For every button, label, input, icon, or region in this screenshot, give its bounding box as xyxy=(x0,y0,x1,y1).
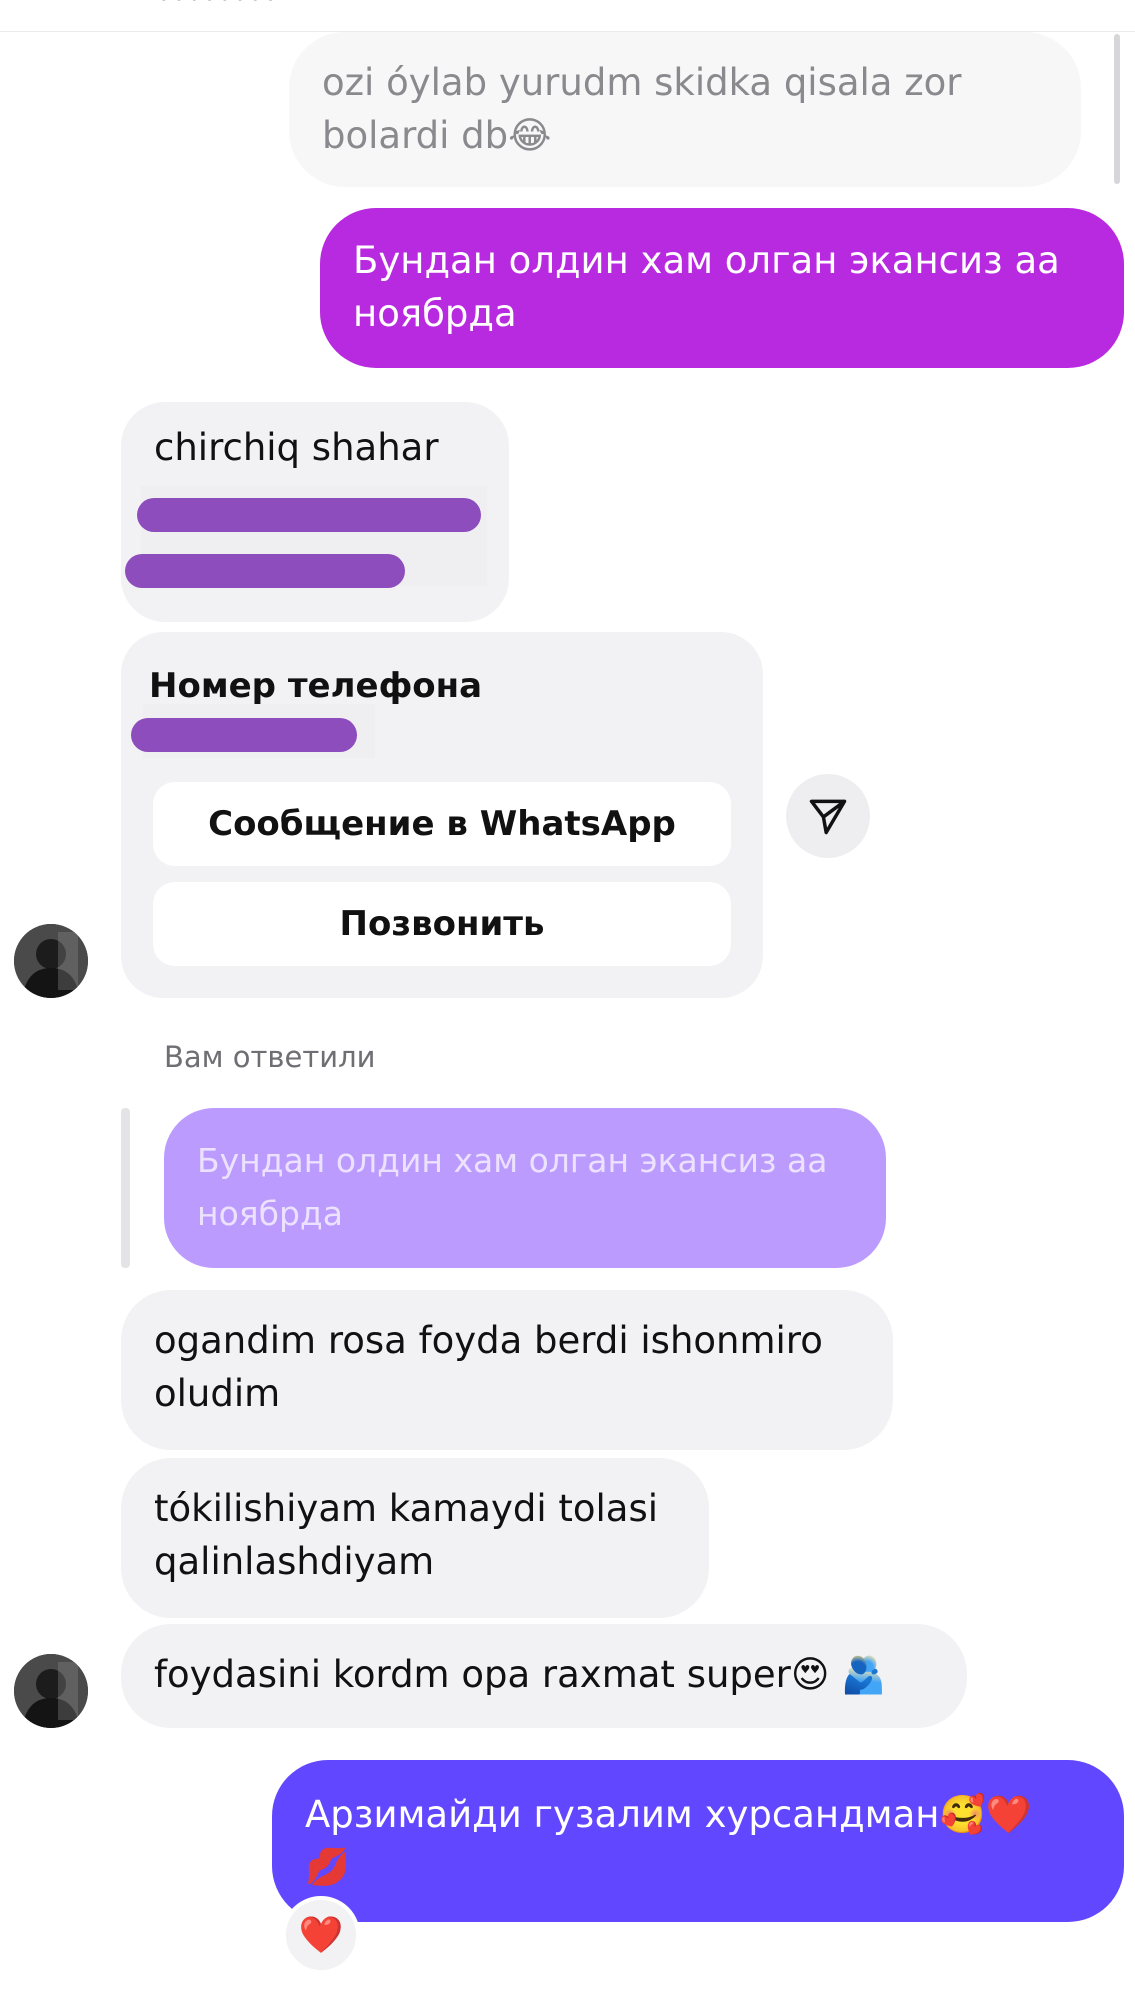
reply-indicator-bar xyxy=(121,1108,130,1268)
whatsapp-button-label: Сообщение в WhatsApp xyxy=(208,804,676,844)
call-button[interactable]: Позвонить xyxy=(153,882,731,966)
message-outgoing[interactable]: Бундан олдин хам олган экансиз аа нoябрд… xyxy=(320,208,1124,368)
message-outgoing[interactable]: Арзимайди гузалим хурсандман🥰❤️ 💋 xyxy=(272,1760,1124,1922)
whatsapp-message-button[interactable]: Сообщение в WhatsApp xyxy=(153,782,731,866)
message-text: tókilishiyam kamaydi tolasi qalinlashdiy… xyxy=(154,1487,659,1583)
message-incoming[interactable]: tókilishiyam kamaydi tolasi qalinlashdiy… xyxy=(121,1458,709,1618)
message-incoming-address[interactable]: chirchiq shahar xyxy=(121,402,509,622)
kiss-mark-emoji: 💋 xyxy=(305,1847,350,1888)
share-button[interactable] xyxy=(786,774,870,858)
redaction-bar xyxy=(137,498,481,532)
message-outgoing-faded[interactable]: ozi óylab yurudm skidka qisala zor bolar… xyxy=(289,32,1081,187)
message-text: chirchiq shahar xyxy=(154,426,439,469)
user-avatar-icon xyxy=(14,1654,88,1728)
redaction-bar xyxy=(125,554,405,588)
quoted-text: Бундан олдин хам олган экансиз аа нoябрд… xyxy=(197,1141,828,1233)
replied-message-quote[interactable]: Бундан олдин хам олган экансиз аа нoябрд… xyxy=(164,1108,886,1268)
redaction-bar xyxy=(131,718,357,752)
paper-plane-icon xyxy=(809,799,847,835)
scrollbar[interactable] xyxy=(1114,34,1120,184)
sender-avatar[interactable] xyxy=(14,1654,88,1728)
user-avatar-icon xyxy=(14,924,88,998)
contact-card-title: Номер телефона xyxy=(149,666,483,706)
sender-avatar[interactable] xyxy=(14,924,88,998)
reaction-badge[interactable]: ❤️ xyxy=(282,1896,360,1974)
people-hugging-emoji: 🫂 xyxy=(841,1655,887,1696)
message-incoming[interactable]: foydasini kordm opa raxmat super😍 🫂 xyxy=(121,1624,967,1728)
reply-label: Вам ответили xyxy=(164,1040,376,1074)
message-text: Арзимайди гузалим хурсандман🥰❤️ xyxy=(305,1793,1032,1836)
message-text: Бундан олдин хам олган экансиз аа нoябрд… xyxy=(353,239,1060,335)
heart-reaction-icon: ❤️ xyxy=(298,1915,344,1956)
contact-card: Номер телефона Сообщение в WhatsApp Позв… xyxy=(121,632,763,998)
message-incoming[interactable]: ogandim rosa foyda berdi ishonmiro oludi… xyxy=(121,1290,893,1450)
message-text: ogandim rosa foyda berdi ishonmiro oludi… xyxy=(154,1319,823,1415)
message-text: ozi óylab yurudm skidka qisala zor bolar… xyxy=(322,61,962,157)
message-text: foydasini kordm opa raxmat super😍 xyxy=(154,1653,830,1696)
header-title-fragment: · · · · · · · · xyxy=(160,0,540,6)
call-button-label: Позвонить xyxy=(339,904,545,944)
